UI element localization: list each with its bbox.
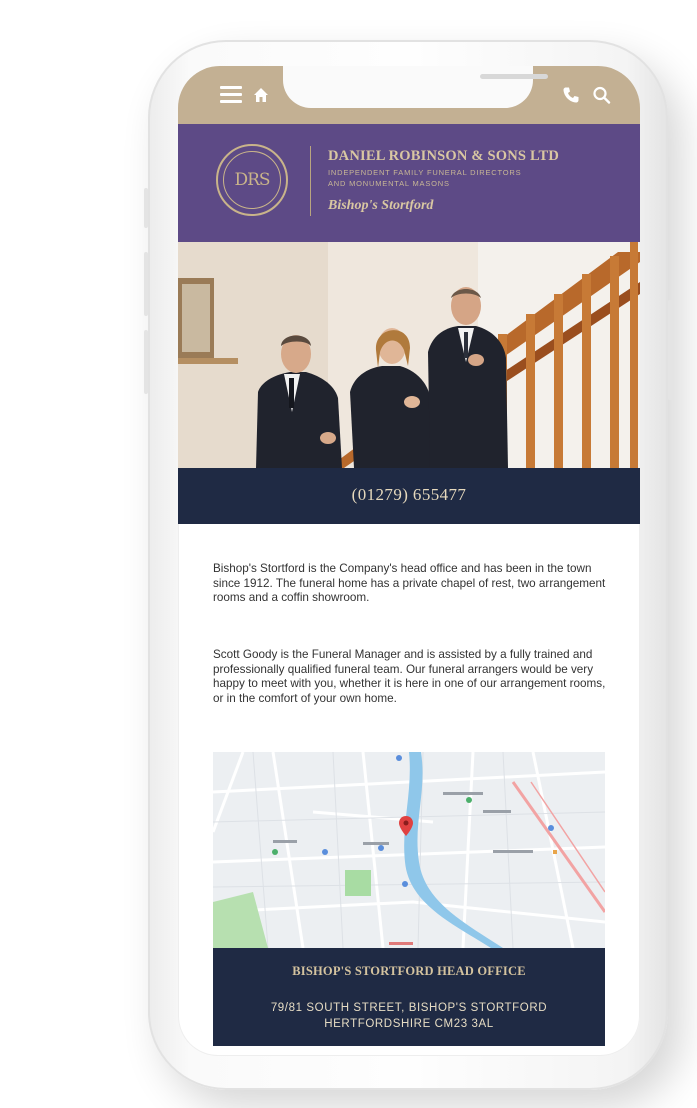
brand-header[interactable]: DRS DANIEL ROBINSON & SONS LTD INDEPENDE… xyxy=(178,124,640,242)
location-map[interactable] xyxy=(213,752,605,948)
phone-banner[interactable]: (01279) 655477 xyxy=(178,468,640,524)
hero-photo xyxy=(178,242,640,468)
company-tagline-line1: INDEPENDENT FAMILY FUNERAL DIRECTORS xyxy=(328,168,522,177)
phone-icon[interactable] xyxy=(562,86,580,104)
manager-paragraph: Scott Goody is the Funeral Manager and i… xyxy=(213,648,606,705)
head-office-panel: BISHOP'S STORTFORD HEAD OFFICE 79/81 SOU… xyxy=(213,948,605,1046)
company-name: DANIEL ROBINSON & SONS LTD xyxy=(328,148,560,164)
intro-paragraph: Bishop's Stortford is the Company's head… xyxy=(213,562,606,605)
company-tagline-line2: AND MONUMENTAL MASONS xyxy=(328,179,450,188)
logo-monogram: DRS xyxy=(223,151,281,209)
top-nav-bar xyxy=(178,66,640,124)
phone-screen: DRS DANIEL ROBINSON & SONS LTD INDEPENDE… xyxy=(178,66,640,1056)
branch-name: Bishop's Stortford xyxy=(328,198,434,213)
search-icon[interactable] xyxy=(592,86,612,104)
phone-side-button xyxy=(144,188,148,228)
company-logo: DRS xyxy=(216,144,288,216)
phone-number[interactable]: (01279) 655477 xyxy=(178,485,640,505)
brand-divider xyxy=(310,146,311,216)
office-address-line2: HERTFORDSHIRE CM23 3AL xyxy=(324,1018,494,1030)
phone-volume-down xyxy=(144,330,148,394)
phone-notch xyxy=(283,66,548,108)
office-address-line1: 79/81 SOUTH STREET, BISHOP'S STORTFORD xyxy=(270,1002,548,1014)
home-icon[interactable] xyxy=(252,86,270,104)
speaker-grille xyxy=(480,74,548,79)
menu-icon[interactable] xyxy=(220,86,242,104)
phone-power-button xyxy=(668,300,672,400)
office-title: BISHOP'S STORTFORD HEAD OFFICE xyxy=(292,964,526,978)
phone-volume-up xyxy=(144,252,148,316)
